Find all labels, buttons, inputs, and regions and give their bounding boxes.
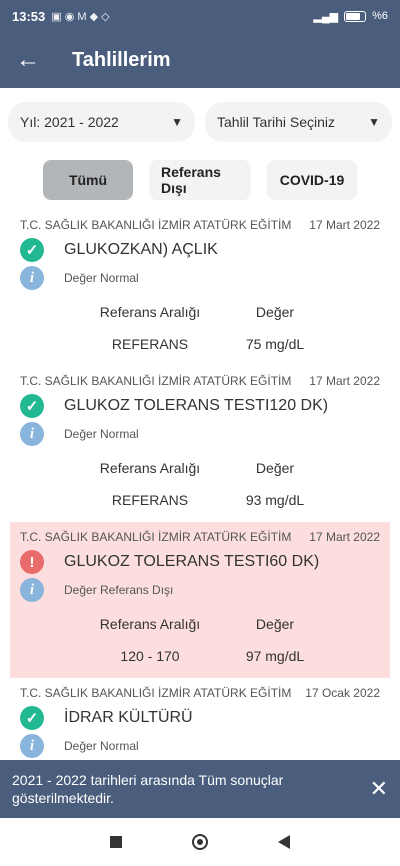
result-date: 17 Mart 2022 bbox=[309, 374, 380, 388]
recent-apps-icon[interactable] bbox=[110, 836, 122, 848]
date-select-value: Tahlil Tarihi Seçiniz bbox=[217, 114, 336, 130]
ref-range-value: REFERANS bbox=[111, 492, 189, 508]
institution-name: T.C. SAĞLIK BAKANLIĞI İZMİR ATATÜRK EĞİT… bbox=[20, 374, 292, 388]
system-nav-bar bbox=[0, 818, 400, 866]
info-icon[interactable]: i bbox=[20, 422, 44, 446]
battery-level: %6 bbox=[372, 10, 388, 22]
test-name: GLUKOZ TOLERANS TESTI60 DK) bbox=[64, 553, 320, 570]
result-date: 17 Mart 2022 bbox=[309, 530, 380, 544]
chevron-down-icon: ▼ bbox=[368, 115, 380, 129]
ref-range-label: Referans Aralığı bbox=[99, 304, 201, 320]
warning-icon: ! bbox=[20, 550, 44, 574]
tab-all[interactable]: Tümü bbox=[43, 160, 133, 200]
institution-name: T.C. SAĞLIK BAKANLIĞI İZMİR ATATÜRK EĞİT… bbox=[20, 218, 292, 232]
value-label: Değer bbox=[255, 616, 295, 632]
result-date: 17 Mart 2022 bbox=[309, 218, 380, 232]
back-icon[interactable] bbox=[278, 835, 290, 849]
info-icon[interactable]: i bbox=[20, 266, 44, 290]
result-status: Değer Referans Dışı bbox=[64, 583, 174, 597]
tab-out-of-reference[interactable]: Referans Dışı bbox=[149, 160, 251, 200]
results-list: T.C. SAĞLIK BAKANLIĞI İZMİR ATATÜRK EĞİT… bbox=[0, 210, 400, 772]
ref-range-label: Referans Aralığı bbox=[99, 460, 201, 476]
value-label: Değer bbox=[255, 460, 295, 476]
home-icon[interactable] bbox=[192, 834, 208, 850]
institution-name: T.C. SAĞLIK BAKANLIĞI İZMİR ATATÜRK EĞİT… bbox=[20, 530, 292, 544]
notification-icons: ▣ ◉ M ◆ ◇ bbox=[51, 10, 110, 23]
year-select[interactable]: Yıl: 2021 - 2022 ▼ bbox=[8, 102, 195, 142]
test-name: GLUKOZ TOLERANS TESTI120 DK) bbox=[64, 397, 329, 414]
chevron-down-icon: ▼ bbox=[171, 115, 183, 129]
snackbar: 2021 - 2022 tarihleri arasında Tüm sonuç… bbox=[0, 760, 400, 818]
institution-name: T.C. SAĞLIK BAKANLIĞI İZMİR ATATÜRK EĞİT… bbox=[20, 686, 292, 700]
snackbar-message: 2021 - 2022 tarihleri arasında Tüm sonuç… bbox=[12, 772, 284, 806]
check-icon: ✓ bbox=[20, 706, 44, 730]
ref-range-label: Referans Aralığı bbox=[99, 616, 201, 632]
result-status: Değer Normal bbox=[64, 739, 139, 753]
result-card-alert[interactable]: T.C. SAĞLIK BAKANLIĞI İZMİR ATATÜRK EĞİT… bbox=[10, 522, 390, 678]
battery-icon bbox=[344, 10, 367, 22]
tab-covid-19[interactable]: COVID-19 bbox=[267, 160, 357, 200]
status-right: ▂▄▆ %6 bbox=[313, 10, 388, 23]
back-arrow-icon[interactable]: ← bbox=[16, 46, 42, 74]
status-bar: 13:53 ▣ ◉ M ◆ ◇ ▂▄▆ %6 bbox=[0, 0, 400, 32]
filters: Yıl: 2021 - 2022 ▼ Tahlil Tarihi Seçiniz… bbox=[0, 94, 400, 150]
result-value: 93 mg/dL bbox=[245, 492, 305, 508]
check-icon: ✓ bbox=[20, 394, 44, 418]
app-bar: ← Tahlillerim bbox=[0, 32, 400, 88]
result-date: 17 Ocak 2022 bbox=[305, 686, 380, 700]
year-select-value: Yıl: 2021 - 2022 bbox=[20, 114, 119, 130]
result-status: Değer Normal bbox=[64, 271, 139, 285]
date-select[interactable]: Tahlil Tarihi Seçiniz ▼ bbox=[205, 102, 392, 142]
value-label: Değer bbox=[255, 304, 295, 320]
filter-tabs: Tümü Referans Dışı COVID-19 bbox=[0, 154, 400, 210]
signal-icon: ▂▄▆ bbox=[313, 10, 339, 23]
close-icon[interactable]: ✕ bbox=[370, 778, 388, 800]
info-icon[interactable]: i bbox=[20, 578, 44, 602]
result-card[interactable]: T.C. SAĞLIK BAKANLIĞI İZMİR ATATÜRK EĞİT… bbox=[0, 678, 400, 772]
result-card[interactable]: T.C. SAĞLIK BAKANLIĞI İZMİR ATATÜRK EĞİT… bbox=[0, 366, 400, 522]
result-status: Değer Normal bbox=[64, 427, 139, 441]
info-icon[interactable]: i bbox=[20, 734, 44, 758]
ref-range-value: REFERANS bbox=[111, 336, 189, 352]
result-card[interactable]: T.C. SAĞLIK BAKANLIĞI İZMİR ATATÜRK EĞİT… bbox=[0, 210, 400, 366]
result-value: 97 mg/dL bbox=[245, 648, 305, 664]
ref-range-value: 120 - 170 bbox=[120, 648, 180, 664]
page-title: Tahlillerim bbox=[72, 48, 171, 71]
check-icon: ✓ bbox=[20, 238, 44, 262]
test-name: GLUKOZKAN) AÇLIK bbox=[64, 241, 218, 258]
test-name: İDRAR KÜLTÜRÜ bbox=[64, 709, 193, 726]
status-time: 13:53 bbox=[12, 8, 46, 24]
result-value: 75 mg/dL bbox=[245, 336, 305, 352]
